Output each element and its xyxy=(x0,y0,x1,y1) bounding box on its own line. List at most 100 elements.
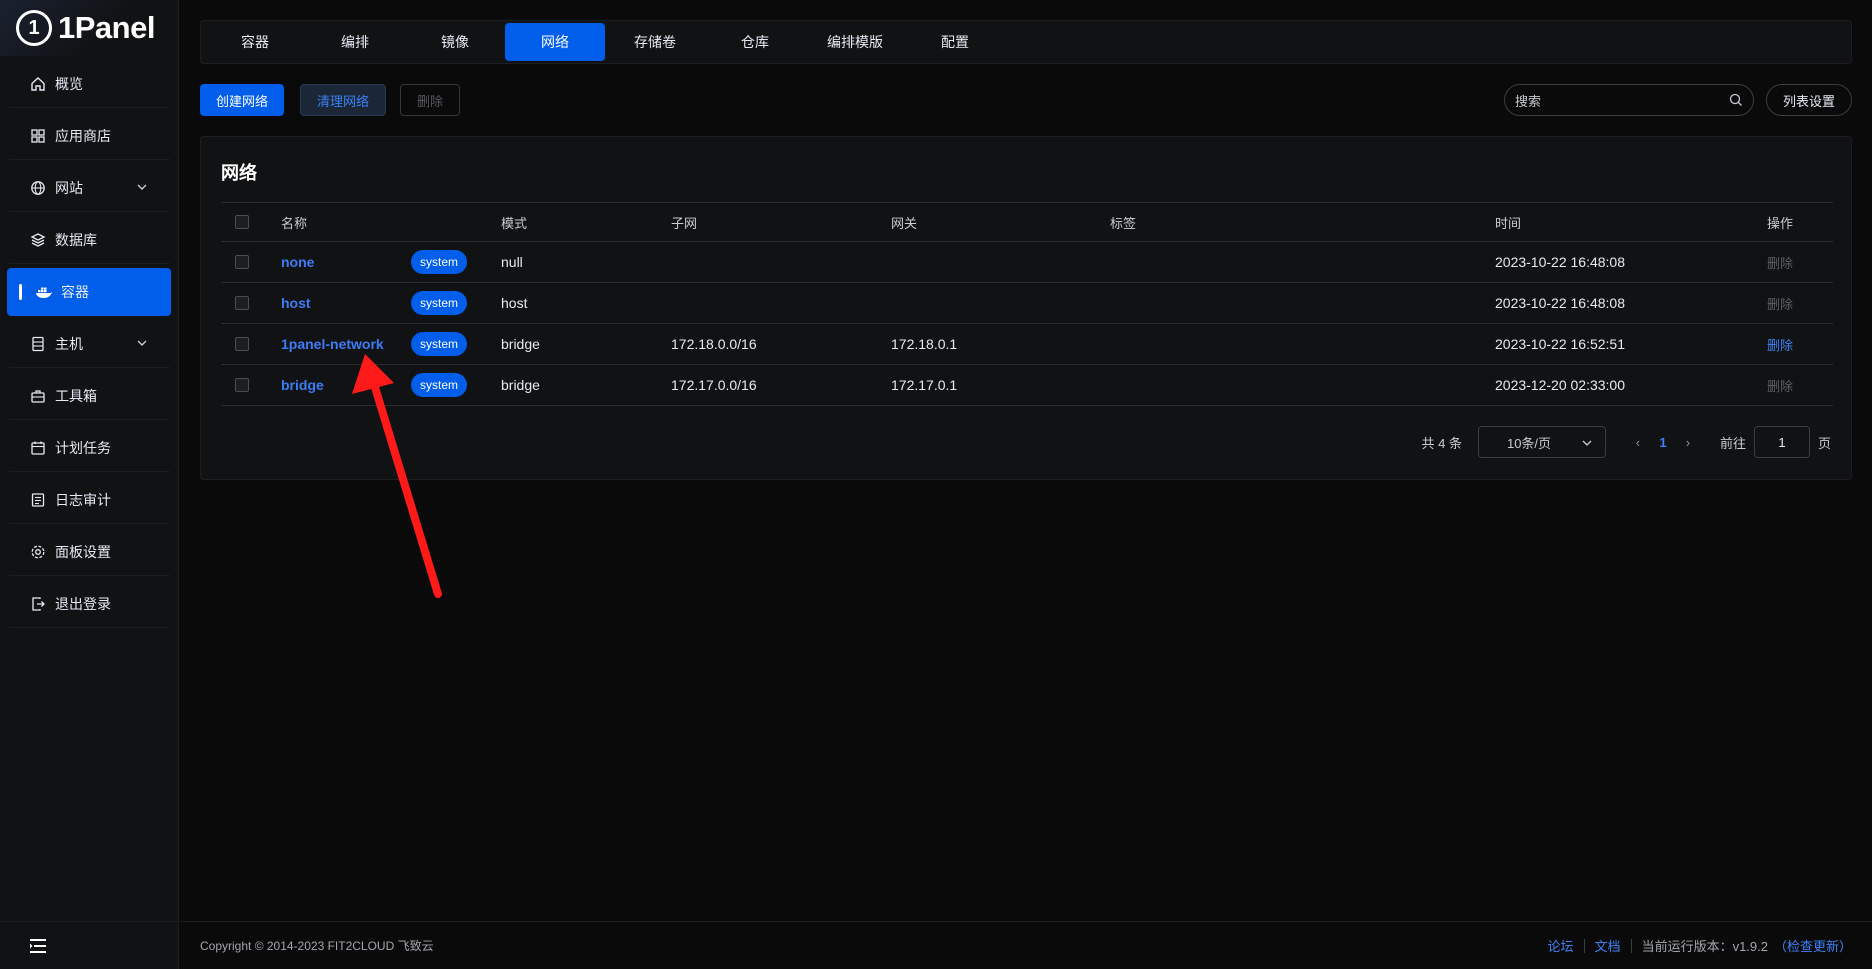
network-gateway: 172.18.0.1 xyxy=(891,336,958,352)
server-icon xyxy=(29,335,47,353)
sidebar-item-label: 面板设置 xyxy=(55,543,111,560)
network-mode: bridge xyxy=(501,377,540,393)
home-icon xyxy=(29,75,47,93)
create-network-button[interactable]: 创建网络 xyxy=(200,84,285,116)
chevron-down-icon xyxy=(137,340,147,346)
brand-name: 1Panel xyxy=(58,10,155,45)
tab-volume[interactable]: 存储卷 xyxy=(605,23,705,61)
row-delete-button[interactable]: 删除 xyxy=(1767,283,1793,323)
network-name-link[interactable]: host xyxy=(281,283,311,323)
forum-link[interactable]: 论坛 xyxy=(1538,936,1584,955)
prev-page-button[interactable]: ‹ xyxy=(1628,435,1648,450)
row-checkbox[interactable] xyxy=(235,337,249,351)
network-name-link[interactable]: 1panel-network xyxy=(281,324,384,364)
tab-config[interactable]: 配置 xyxy=(905,23,1005,61)
network-table: 名称 模式 子网 网关 标签 时间 操作 none system null 20… xyxy=(221,202,1833,406)
gear-icon xyxy=(29,543,47,561)
container-tabs: 容器 编排 镜像 网络 存储卷 仓库 编排模版 配置 xyxy=(200,20,1852,64)
brand-logo[interactable]: 1 1Panel xyxy=(0,0,178,56)
pagination: 共 4 条 10条/页 ‹ 1 › 前往 1 页 xyxy=(1421,426,1831,458)
row-delete-button[interactable]: 删除 xyxy=(1767,324,1793,364)
table-row: host system host 2023-10-22 16:48:08 删除 xyxy=(221,283,1833,324)
col-gateway: 网关 xyxy=(891,215,918,231)
sidebar-item-cron[interactable]: 计划任务 xyxy=(7,424,171,472)
card-title: 网络 xyxy=(221,163,257,183)
goto-label: 前往 xyxy=(1719,435,1746,451)
log-icon xyxy=(29,491,47,509)
system-tag: system xyxy=(411,332,468,356)
col-mode: 模式 xyxy=(501,215,528,231)
sidebar-menu: 概览 应用商店 网站 数据库 容器 主机 工具箱 计划任务 日志审计 面板设置 … xyxy=(0,56,178,636)
col-tags: 标签 xyxy=(1110,215,1137,231)
search-placeholder: 搜索 xyxy=(1515,93,1542,109)
tab-image[interactable]: 镜像 xyxy=(405,23,505,61)
layers-icon xyxy=(29,231,47,249)
sidebar-item-app-store[interactable]: 应用商店 xyxy=(7,112,171,160)
sidebar-item-toolbox[interactable]: 工具箱 xyxy=(7,372,171,420)
network-mode: null xyxy=(501,254,523,270)
row-delete-button[interactable]: 删除 xyxy=(1767,365,1793,405)
search-icon[interactable] xyxy=(1729,93,1743,107)
tab-compose-template[interactable]: 编排模版 xyxy=(805,23,905,61)
select-all-checkbox[interactable] xyxy=(235,215,249,229)
grid-icon xyxy=(29,127,47,145)
page-size-select[interactable]: 10条/页 xyxy=(1477,426,1606,458)
network-card: 网络 名称 模式 子网 网关 标签 时间 操作 none system null… xyxy=(200,136,1852,480)
network-name-link[interactable]: none xyxy=(281,242,314,282)
col-time: 时间 xyxy=(1495,215,1522,231)
sidebar-item-panel-settings[interactable]: 面板设置 xyxy=(7,528,171,576)
sidebar-item-label: 数据库 xyxy=(55,231,97,248)
page-size-value: 10条/页 xyxy=(1506,435,1552,451)
globe-icon xyxy=(29,179,47,197)
search-input[interactable]: 搜索 xyxy=(1504,84,1754,116)
sidebar-item-logout[interactable]: 退出登录 xyxy=(7,580,171,628)
prune-network-button[interactable]: 清理网络 xyxy=(300,84,387,116)
version-text: 当前运行版本：v1.9.2 xyxy=(1641,939,1768,954)
1panel-logo-icon: 1 xyxy=(16,10,52,46)
row-checkbox[interactable] xyxy=(235,255,249,269)
col-name: 名称 xyxy=(281,215,308,231)
menu-fold-icon xyxy=(30,938,46,953)
table-row: none system null 2023-10-22 16:48:08 删除 xyxy=(221,242,1833,283)
system-tag: system xyxy=(411,373,468,397)
sidebar-item-label: 网站 xyxy=(55,179,83,196)
sidebar-item-container[interactable]: 容器 xyxy=(7,268,171,316)
page-unit-label: 页 xyxy=(1817,435,1831,451)
row-delete-button[interactable]: 删除 xyxy=(1767,242,1793,282)
sidebar-collapse-button[interactable] xyxy=(0,921,179,969)
check-update-link[interactable]: （检查更新） xyxy=(1768,936,1852,955)
network-name-link[interactable]: bridge xyxy=(281,365,324,405)
pagination-total: 共 4 条 xyxy=(1421,435,1462,451)
sidebar-item-overview[interactable]: 概览 xyxy=(7,60,171,108)
sidebar-item-host[interactable]: 主机 xyxy=(7,320,171,368)
calendar-icon xyxy=(29,439,47,457)
network-mode: bridge xyxy=(501,336,540,352)
tab-repo[interactable]: 仓库 xyxy=(705,23,805,61)
chevron-down-icon xyxy=(137,184,147,190)
footer: Copyright © 2014-2023 FIT2CLOUD 飞致云 论坛 文… xyxy=(180,921,1872,969)
network-time: 2023-10-22 16:48:08 xyxy=(1495,295,1625,311)
goto-page-input[interactable]: 1 xyxy=(1753,426,1810,458)
sidebar-item-label: 应用商店 xyxy=(55,127,111,144)
toolbar: 创建网络 清理网络 删除 搜索 列表设置 xyxy=(200,84,1852,116)
page-number-current[interactable]: 1 xyxy=(1648,435,1678,450)
sidebar-item-log-audit[interactable]: 日志审计 xyxy=(7,476,171,524)
delete-button[interactable]: 删除 xyxy=(400,84,461,116)
row-checkbox[interactable] xyxy=(235,378,249,392)
row-checkbox[interactable] xyxy=(235,296,249,310)
sidebar: 1 1Panel 概览 应用商店 网站 数据库 容器 主机 工具箱 计划任务 日… xyxy=(0,0,179,969)
sidebar-item-label: 计划任务 xyxy=(55,439,111,456)
sidebar-item-label: 概览 xyxy=(55,75,83,92)
tab-compose[interactable]: 编排 xyxy=(305,23,405,61)
sidebar-item-label: 退出登录 xyxy=(55,595,111,612)
copyright-text: Copyright © 2014-2023 FIT2CLOUD 飞致云 xyxy=(200,939,434,953)
sidebar-item-website[interactable]: 网站 xyxy=(7,164,171,212)
tab-network[interactable]: 网络 xyxy=(505,23,605,61)
column-settings-button[interactable]: 列表设置 xyxy=(1765,84,1852,116)
sidebar-item-database[interactable]: 数据库 xyxy=(7,216,171,264)
tab-container[interactable]: 容器 xyxy=(205,23,305,61)
sidebar-item-label: 日志审计 xyxy=(55,491,111,508)
next-page-button[interactable]: › xyxy=(1678,435,1698,450)
docs-link[interactable]: 文档 xyxy=(1585,936,1631,955)
system-tag: system xyxy=(411,291,468,315)
